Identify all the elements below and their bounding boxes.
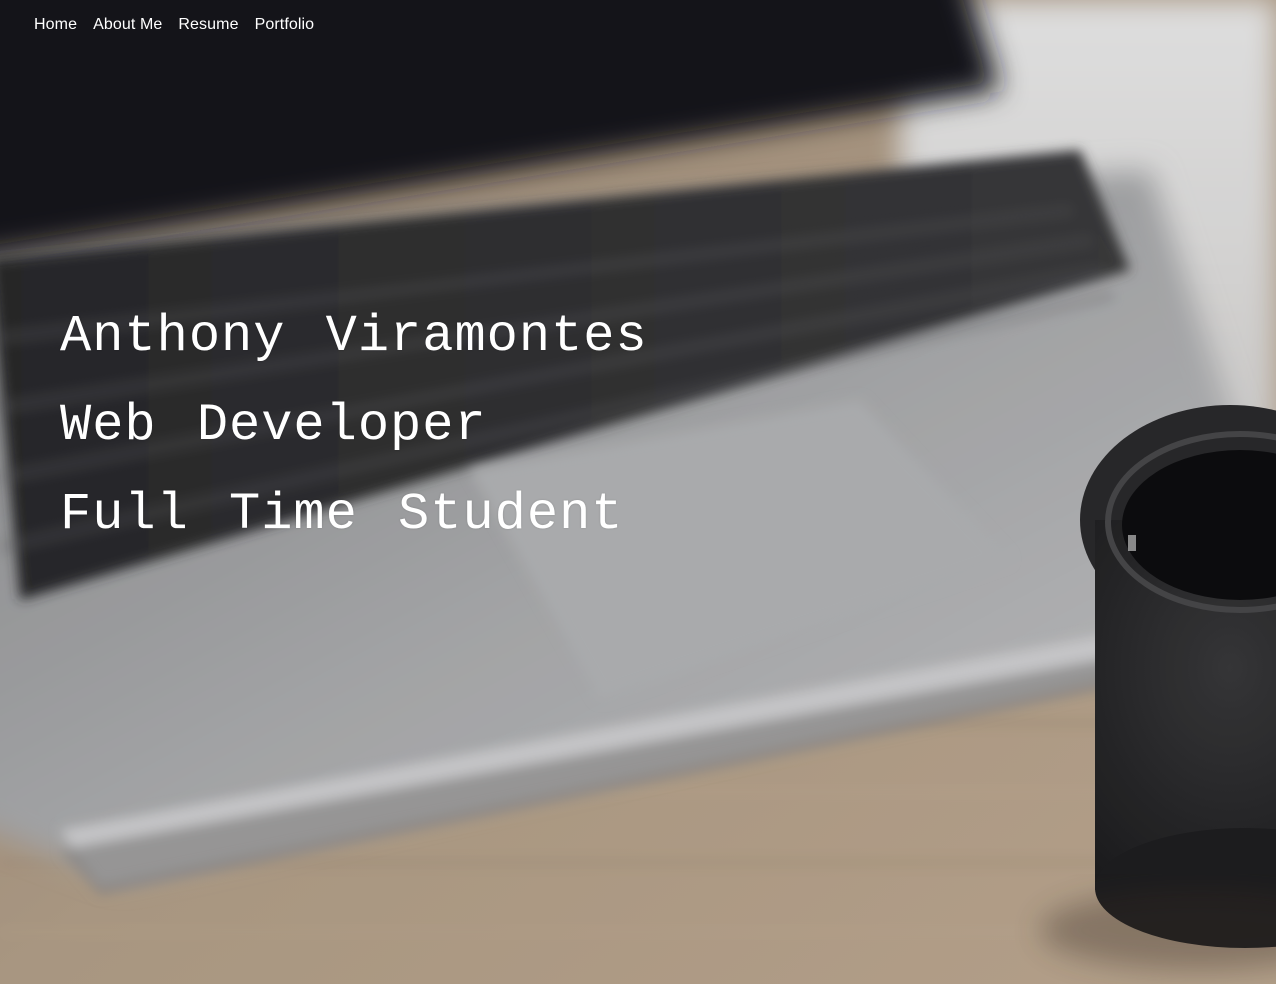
nav-about-me-link[interactable]: About Me [93, 15, 162, 35]
hero-name: Anthony Viramontes [60, 307, 648, 366]
top-navigation: Home About Me Resume Portfolio [34, 15, 314, 35]
nav-home-link[interactable]: Home [34, 15, 77, 35]
hero-headline: Anthony Viramontes Web Developer Full Ti… [60, 292, 648, 559]
hero-role: Web Developer [60, 396, 487, 455]
nav-resume-link[interactable]: Resume [178, 15, 238, 35]
hero-status: Full Time Student [60, 485, 624, 544]
nav-portfolio-link[interactable]: Portfolio [255, 15, 315, 35]
